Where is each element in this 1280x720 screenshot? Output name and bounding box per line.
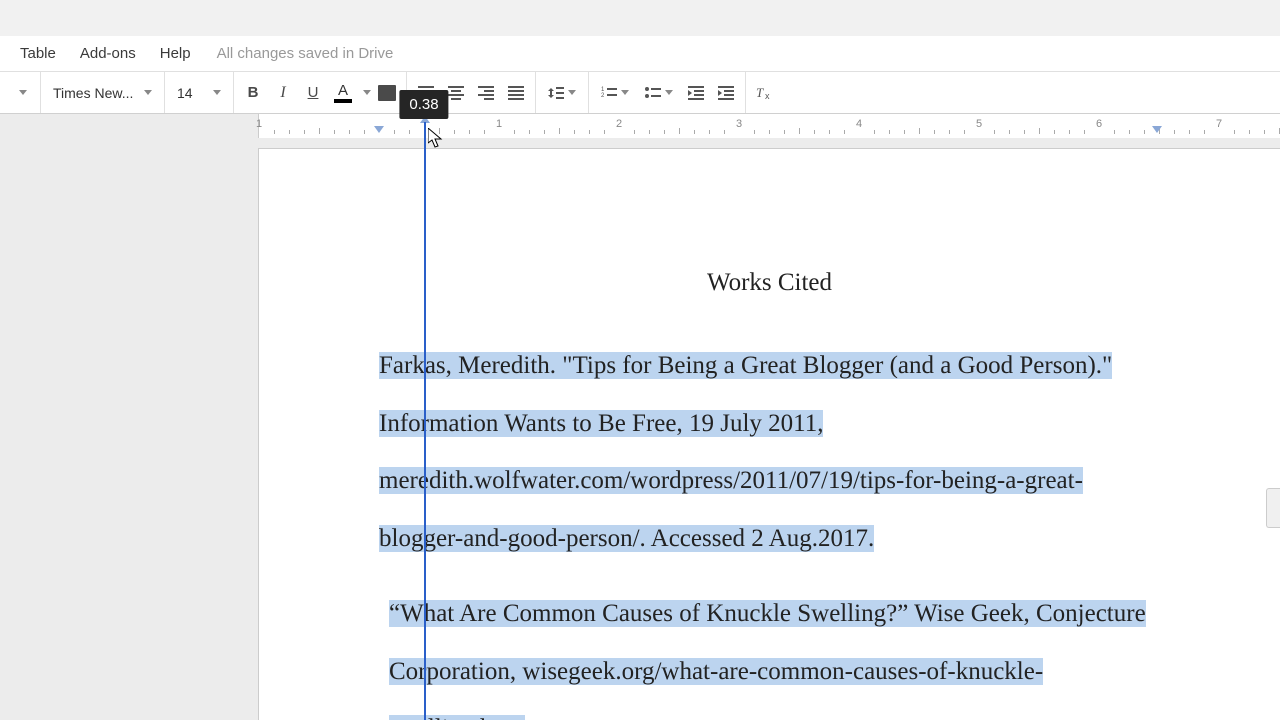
ruler-number: 2 — [616, 118, 622, 130]
ruler-number: 3 — [736, 118, 742, 130]
line-spacing-icon — [548, 86, 564, 100]
ruler-number: 6 — [1096, 118, 1102, 130]
align-center-icon — [448, 86, 464, 100]
menubar: Table Add-ons Help All changes saved in … — [0, 36, 1280, 72]
chevron-down-icon — [621, 90, 629, 95]
citation-entry: “What Are Common Causes of Knuckle Swell… — [379, 585, 1160, 720]
underline-button[interactable]: U — [298, 78, 328, 108]
highlight-icon — [378, 85, 396, 101]
ruler-number: 1 — [496, 118, 502, 130]
line-spacing-button[interactable] — [540, 78, 584, 108]
menu-addons[interactable]: Add-ons — [68, 41, 148, 66]
ruler-number: 1 — [256, 118, 262, 130]
font-family-label: Times New... — [53, 85, 133, 101]
text-color-caret[interactable] — [358, 78, 372, 108]
svg-text:T: T — [756, 85, 764, 100]
cursor-icon — [428, 128, 444, 148]
ruler-number: 5 — [976, 118, 982, 130]
menu-help[interactable]: Help — [148, 41, 203, 66]
align-right-button[interactable] — [471, 78, 501, 108]
bulleted-list-icon — [645, 86, 661, 100]
font-family-select[interactable]: Times New... — [45, 81, 160, 105]
indent-tooltip: 0.38 — [399, 90, 448, 119]
svg-text:x: x — [765, 91, 770, 101]
ruler-number: 7 — [1216, 118, 1222, 130]
chevron-down-icon — [144, 90, 152, 95]
bold-button[interactable]: B — [238, 78, 268, 108]
page-title: Works Cited — [379, 269, 1160, 297]
decrease-indent-icon — [688, 86, 704, 100]
toolbar: Times New... 14 B I U A — [0, 72, 1280, 114]
increase-indent-button[interactable] — [711, 78, 741, 108]
chevron-down-icon — [568, 90, 576, 95]
indent-tooltip-value: 0.38 — [409, 96, 438, 113]
right-indent-marker[interactable] — [1152, 126, 1162, 133]
bulleted-list-button[interactable] — [637, 78, 681, 108]
clear-formatting-button[interactable]: Tx — [750, 78, 780, 108]
font-size-select[interactable]: 14 — [169, 81, 229, 105]
font-size-label: 14 — [177, 85, 193, 101]
chevron-down-icon — [213, 90, 221, 95]
align-justify-icon — [508, 86, 524, 100]
menu-table[interactable]: Table — [8, 41, 68, 66]
svg-text:2: 2 — [601, 93, 605, 99]
document-page[interactable]: Works Cited Farkas, Meredith. "Tips for … — [258, 148, 1280, 720]
citation-entry: Farkas, Meredith. "Tips for Being a Grea… — [379, 337, 1160, 567]
ruler-number: 4 — [856, 118, 862, 130]
text-color-button[interactable]: A — [328, 83, 358, 103]
italic-button[interactable]: I — [268, 78, 298, 108]
selected-text: “What Are Common Causes of Knuckle Swell… — [389, 600, 1146, 720]
page-canvas: Works Cited Farkas, Meredith. "Tips for … — [0, 138, 1280, 720]
align-right-icon — [478, 86, 494, 100]
decrease-indent-button[interactable] — [681, 78, 711, 108]
more-tools-button[interactable] — [6, 78, 36, 108]
indent-guide-line — [424, 122, 426, 720]
numbered-list-button[interactable]: 12 — [593, 78, 637, 108]
left-indent-marker[interactable] — [374, 126, 384, 133]
clear-formatting-icon: Tx — [756, 85, 774, 101]
explore-tab[interactable] — [1266, 488, 1280, 528]
chevron-down-icon — [665, 90, 673, 95]
align-justify-button[interactable] — [501, 78, 531, 108]
highlight-button[interactable] — [372, 78, 402, 108]
save-status: All changes saved in Drive — [203, 41, 408, 66]
text-color-swatch — [334, 99, 352, 103]
selected-text: Farkas, Meredith. "Tips for Being a Grea… — [379, 352, 1112, 552]
ruler-area: 1 1 2 3 4 5 6 7 — [0, 114, 1280, 138]
text-color-icon: A — [338, 83, 348, 98]
increase-indent-icon — [718, 86, 734, 100]
numbered-list-icon: 12 — [601, 86, 617, 100]
